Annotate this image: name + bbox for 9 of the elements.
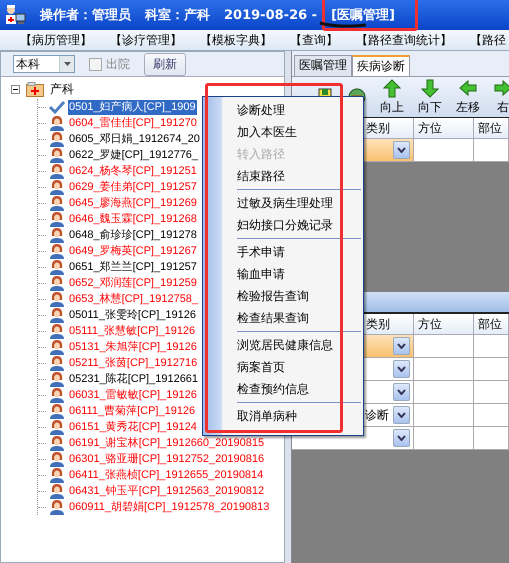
module-label: [医嘱管理] (331, 7, 395, 24)
column-header: 部位 (474, 314, 509, 335)
discharged-label: 出院 (106, 56, 130, 72)
department-label: 科室：产科 (145, 6, 210, 24)
column-header: 方位 (414, 314, 474, 335)
date-label: 2019-08-26 - (224, 8, 318, 22)
column-header: 部位 (474, 118, 509, 139)
operator-label: 操作者：管理员 (40, 7, 131, 24)
column-header: 方位 (414, 118, 474, 139)
